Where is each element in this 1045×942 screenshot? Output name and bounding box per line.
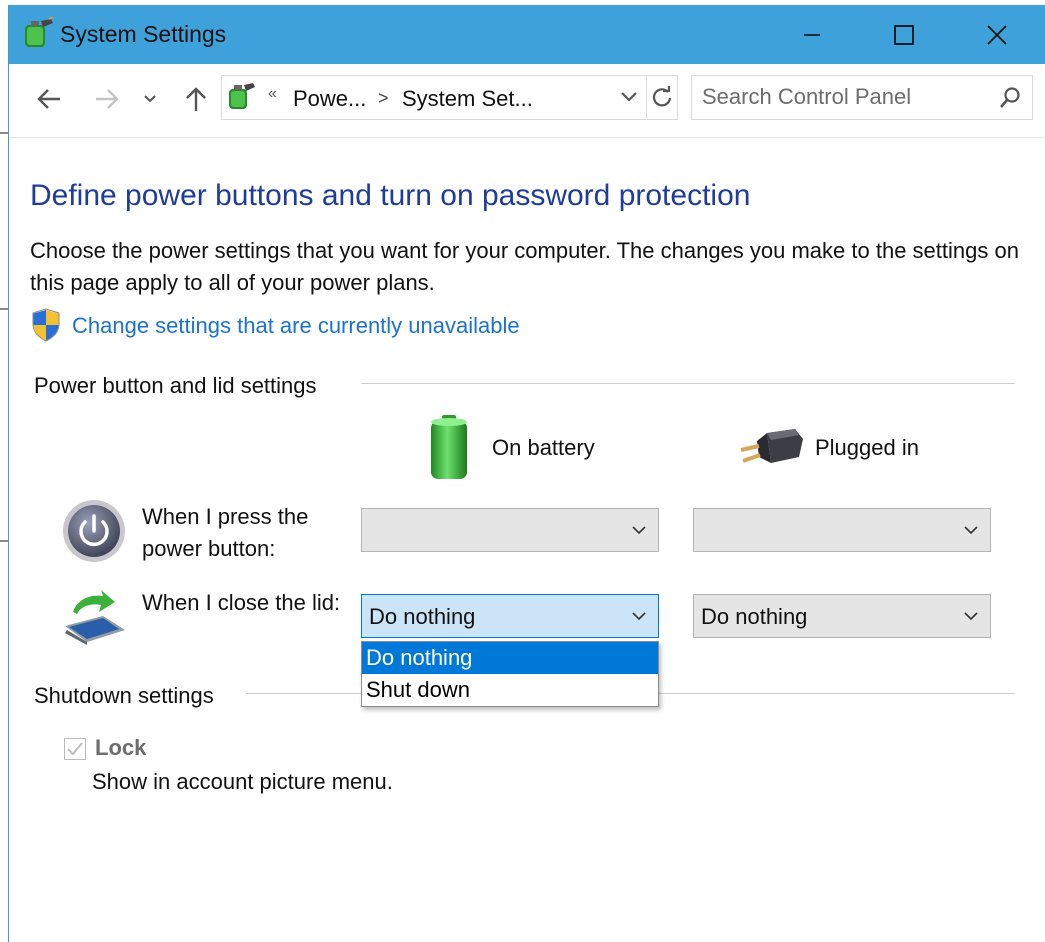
page-title: Define power buttons and turn on passwor… <box>30 179 751 212</box>
search-box <box>691 75 1033 120</box>
power-section-title: Power button and lid settings <box>34 373 317 398</box>
window-title: System Settings <box>60 21 227 47</box>
forward-arrow-icon <box>96 89 119 109</box>
select-value: Do nothing <box>701 604 808 629</box>
chevron-down-icon <box>964 526 978 535</box>
breadcrumb-separator: > <box>378 88 389 108</box>
recent-locations-button[interactable] <box>140 84 160 114</box>
chevron-down-icon <box>632 612 646 621</box>
back-button[interactable] <box>34 84 64 114</box>
column-header-on-battery: On battery <box>492 435 595 460</box>
refresh-button[interactable] <box>646 75 677 118</box>
power-button-battery-select[interactable] <box>361 508 659 552</box>
uac-shield-icon <box>32 308 60 342</box>
breadcrumb-power-options[interactable]: Powe... <box>293 86 366 112</box>
forward-button[interactable] <box>92 84 122 114</box>
laptop-lid-icon <box>65 590 125 645</box>
minimize-button[interactable] <box>766 5 858 64</box>
row-label-power-button: When I press the power button: <box>142 504 309 561</box>
power-plug-icon <box>740 429 803 463</box>
power-options-icon <box>229 83 255 109</box>
chevron-down-icon <box>964 612 978 621</box>
lid-battery-dropdown-list: Do nothing Shut down <box>361 641 659 707</box>
shutdown-section-title: Shutdown settings <box>34 683 214 708</box>
refresh-icon <box>652 85 672 106</box>
back-arrow-icon <box>37 89 60 109</box>
address-bar[interactable]: « Powe... > System Set... <box>221 75 678 120</box>
battery-icon <box>431 415 467 479</box>
lock-description: Show in account picture menu. <box>92 769 393 794</box>
power-button-icon <box>63 500 125 562</box>
address-history-button[interactable] <box>612 75 646 118</box>
maximize-icon <box>894 24 914 45</box>
page-description: Choose the power settings that you want … <box>30 238 1019 295</box>
change-settings-link[interactable]: Change settings that are currently unava… <box>72 313 520 339</box>
chevron-down-icon <box>144 95 156 103</box>
navigation-bar: « Powe... > System Set... <box>9 64 1045 138</box>
select-value: Do nothing <box>369 604 476 629</box>
close-icon <box>987 24 1007 45</box>
up-arrow-icon <box>186 87 206 111</box>
search-input[interactable] <box>702 84 992 110</box>
up-button[interactable] <box>181 84 211 114</box>
dropdown-option-do-nothing[interactable]: Do nothing <box>362 642 658 674</box>
row-label-close-lid: When I close the lid: <box>142 590 341 615</box>
search-icon[interactable] <box>998 86 1022 110</box>
power-button-plugged-select[interactable] <box>693 508 991 552</box>
breadcrumb-system-settings[interactable]: System Set... <box>402 86 533 112</box>
checkmark-icon <box>67 742 83 756</box>
column-header-plugged-in: Plugged in <box>815 435 919 460</box>
chevron-down-icon <box>621 91 637 102</box>
section-divider <box>361 383 1015 384</box>
close-button[interactable] <box>951 5 1043 64</box>
power-options-icon <box>25 17 54 47</box>
breadcrumb-overflow[interactable]: « <box>268 85 277 103</box>
lid-battery-select[interactable]: Do nothing <box>361 594 659 638</box>
chevron-down-icon <box>632 526 646 535</box>
maximize-button[interactable] <box>858 5 950 64</box>
minimize-icon <box>804 33 820 36</box>
dropdown-option-shut-down[interactable]: Shut down <box>362 674 658 706</box>
lid-plugged-select[interactable]: Do nothing <box>693 594 991 638</box>
lock-checkbox[interactable] <box>64 738 86 760</box>
lock-checkbox-label[interactable]: Lock <box>95 735 146 761</box>
system-settings-window: System Settings « Powe... > System Set..… <box>8 5 1045 942</box>
title-bar: System Settings <box>9 5 1045 64</box>
